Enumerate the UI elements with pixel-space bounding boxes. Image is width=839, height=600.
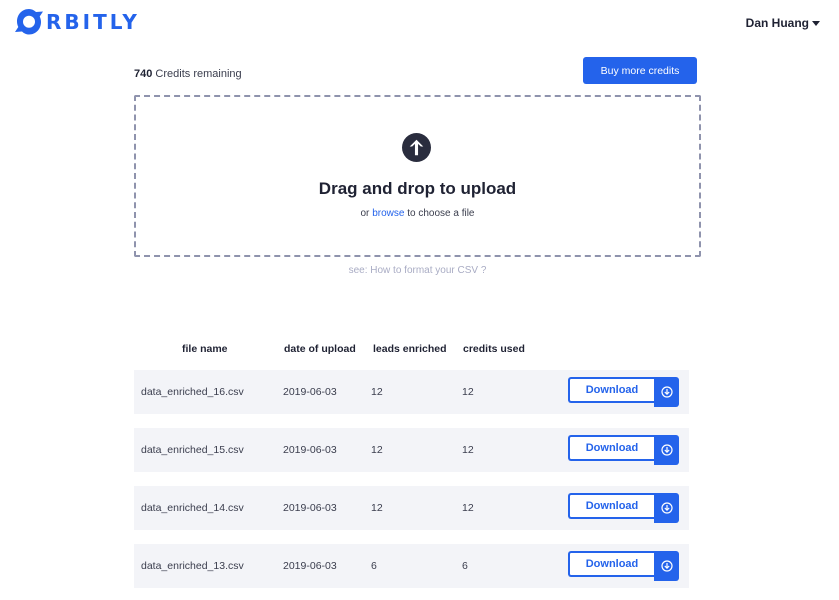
leads-enriched: 6 xyxy=(371,560,377,572)
download-circle-icon xyxy=(660,386,673,398)
file-name: data_enriched_15.csv xyxy=(141,444,244,456)
table-row: data_enriched_13.csv 2019-06-03 6 6 Down… xyxy=(134,544,689,588)
file-name: data_enriched_13.csv xyxy=(141,560,244,572)
download-group: Download xyxy=(568,493,679,523)
user-menu[interactable]: Dan Huang xyxy=(746,16,820,30)
dropzone-sub-suffix: to choose a file xyxy=(407,208,475,219)
column-header-date: date of upload xyxy=(284,343,356,355)
leads-enriched: 12 xyxy=(371,502,383,514)
csv-format-help-link[interactable]: see: How to format your CSV ? xyxy=(349,265,487,276)
browse-link[interactable]: browse xyxy=(372,208,404,219)
leads-enriched: 12 xyxy=(371,444,383,456)
caret-down-icon xyxy=(812,20,820,26)
user-name: Dan Huang xyxy=(745,16,809,30)
download-icon-button[interactable] xyxy=(654,435,679,465)
dropzone-sub-prefix: or xyxy=(360,208,370,219)
download-icon-button[interactable] xyxy=(654,551,679,581)
table-row: data_enriched_14.csv 2019-06-03 12 12 Do… xyxy=(134,486,689,530)
download-circle-icon xyxy=(660,502,673,514)
credits-label: Credits remaining xyxy=(155,68,242,80)
download-button[interactable]: Download xyxy=(568,493,654,519)
upload-date: 2019-06-03 xyxy=(283,444,337,456)
download-circle-icon xyxy=(660,444,673,456)
orbitly-logo-icon xyxy=(15,9,43,35)
upload-date: 2019-06-03 xyxy=(283,386,337,398)
leads-enriched: 12 xyxy=(371,386,383,398)
download-icon-button[interactable] xyxy=(654,493,679,523)
credits-used: 12 xyxy=(462,502,474,514)
upload-date: 2019-06-03 xyxy=(283,560,337,572)
csv-help: see: How to format your CSV ? xyxy=(134,265,701,276)
brand-name: RBITLY xyxy=(46,10,140,34)
table-row: data_enriched_16.csv 2019-06-03 12 12 Do… xyxy=(134,370,689,414)
upload-date: 2019-06-03 xyxy=(283,502,337,514)
table-row: data_enriched_15.csv 2019-06-03 12 12 Do… xyxy=(134,428,689,472)
brand-logo[interactable]: RBITLY xyxy=(13,6,140,38)
credits-used: 6 xyxy=(462,560,468,572)
download-group: Download xyxy=(568,435,679,465)
column-header-credits: credits used xyxy=(463,343,525,355)
credits-count: 740 xyxy=(134,68,153,80)
file-name: data_enriched_16.csv xyxy=(141,386,244,398)
download-button[interactable]: Download xyxy=(568,435,654,461)
download-group: Download xyxy=(568,551,679,581)
dropzone-title: Drag and drop to upload xyxy=(318,179,517,198)
credits-used: 12 xyxy=(462,386,474,398)
download-button[interactable]: Download xyxy=(568,377,654,403)
arrow-up-circle-icon xyxy=(402,133,431,162)
table-header: file name date of upload leads enriched … xyxy=(134,343,689,357)
credits-remaining: 740 Credits remaining xyxy=(134,68,242,80)
download-icon-button[interactable] xyxy=(654,377,679,407)
column-header-leads: leads enriched xyxy=(373,343,447,355)
download-button[interactable]: Download xyxy=(568,551,654,577)
credits-used: 12 xyxy=(462,444,474,456)
buy-credits-button[interactable]: Buy more credits xyxy=(583,57,697,84)
download-circle-icon xyxy=(660,560,673,572)
download-group: Download xyxy=(568,377,679,407)
file-name: data_enriched_14.csv xyxy=(141,502,244,514)
dropzone-subtitle: or browse to choose a file xyxy=(136,208,699,219)
upload-dropzone[interactable]: Drag and drop to upload or browse to cho… xyxy=(134,95,701,257)
column-header-file-name: file name xyxy=(182,343,228,355)
